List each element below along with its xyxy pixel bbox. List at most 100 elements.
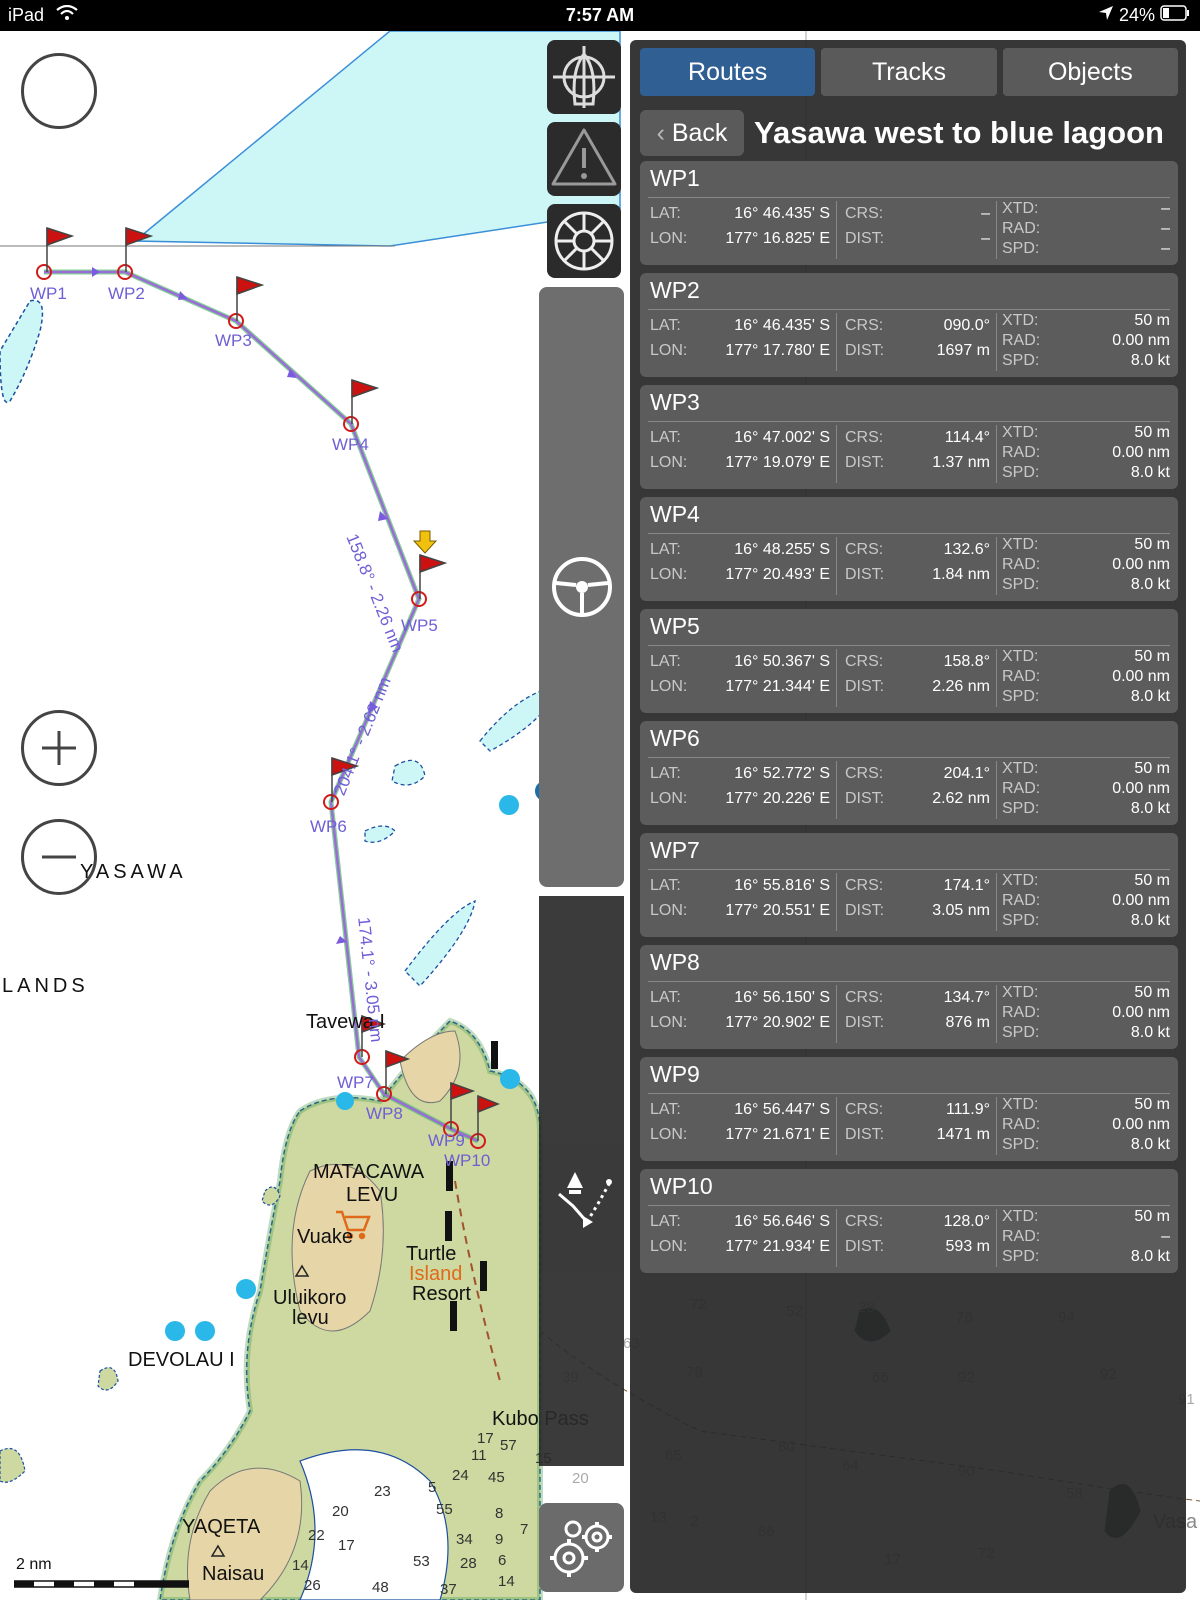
waypoint-card[interactable]: WP4 LAT: 16° 48.255' S LON: 177° 20.493' E CR… xyxy=(640,497,1178,601)
waypoint-name: WP2 xyxy=(650,277,700,303)
depth-sounding: 20 xyxy=(332,1503,349,1520)
battery-percent: 24% xyxy=(1118,5,1155,25)
waypoint-label[interactable]: WP3 xyxy=(215,331,252,351)
divider xyxy=(836,649,837,707)
depth-sounding: 22 xyxy=(308,1527,325,1544)
waypoint-label[interactable]: WP7 xyxy=(337,1073,374,1093)
tab-routes[interactable]: Routes xyxy=(640,48,816,96)
divider xyxy=(836,873,837,931)
lat-value: 16° 46.435' S xyxy=(734,317,830,334)
waypoint-card[interactable]: WP5 LAT: 16° 50.367' S LON: 177° 21.344' E CR… xyxy=(640,609,1178,713)
depth-sounding: 28 xyxy=(460,1555,477,1572)
back-button[interactable]: ‹ Back xyxy=(640,110,744,156)
label-yaqeta: YAQETA xyxy=(182,1516,261,1538)
lon-label: LON: xyxy=(650,230,688,247)
xtd-value: 50 m xyxy=(1134,648,1170,665)
waypoint-label[interactable]: WP10 xyxy=(444,1151,490,1171)
alarms-button[interactable] xyxy=(547,122,621,196)
waypoint-name: WP1 xyxy=(650,165,700,191)
rad-value: 0.00 nm xyxy=(1112,1004,1170,1021)
divider xyxy=(996,1097,997,1155)
waypoint-card[interactable]: WP6 LAT: 16° 52.772' S LON: 177° 20.226' E CR… xyxy=(640,721,1178,825)
divider xyxy=(836,537,837,595)
crs-label: CRS: xyxy=(845,653,884,670)
settings-column: XTD: 50 m RAD: 0.00 nm SPD: 8.0 kt xyxy=(1002,535,1170,595)
depth-sounding: 20 xyxy=(572,1470,589,1487)
crs-value: 132.6° xyxy=(943,541,990,558)
divider xyxy=(648,533,1170,534)
xtd-label: XTD: xyxy=(1002,648,1039,665)
crs-value: 174.1° xyxy=(943,877,990,894)
settings-column: XTD: 50 m RAD: 0.00 nm SPD: 8.0 kt xyxy=(1002,871,1170,931)
xtd-value: 50 m xyxy=(1134,872,1170,889)
settings-button[interactable] xyxy=(539,1503,624,1592)
waypoint-label[interactable]: WP5 xyxy=(401,616,438,636)
tab-tracks[interactable]: Tracks xyxy=(821,48,997,96)
depth-sounding: 48 xyxy=(372,1579,389,1596)
crs-value: – xyxy=(981,205,990,222)
rad-label: RAD: xyxy=(1002,556,1041,573)
divider xyxy=(648,309,1170,310)
course-column: CRS: 111.9° DIST: 1471 m xyxy=(845,1097,990,1147)
label-naisau: Naisau xyxy=(202,1563,265,1585)
divider xyxy=(836,1097,837,1155)
depth-sounding: 6 xyxy=(498,1552,507,1569)
plus-icon xyxy=(42,731,76,765)
lon-value: 177° 21.344' E xyxy=(725,678,830,695)
north-indicator-icon xyxy=(24,56,94,126)
waypoint-label[interactable]: WP6 xyxy=(310,817,347,837)
divider xyxy=(996,425,997,483)
lon-label: LON: xyxy=(650,1126,688,1143)
zoom-in-button[interactable] xyxy=(21,710,97,786)
lon-value: 177° 20.226' E xyxy=(725,790,830,807)
side-toolbar-lower xyxy=(539,896,624,1466)
xtd-value: – xyxy=(1161,200,1170,217)
divider xyxy=(648,421,1170,422)
spd-value: 8.0 kt xyxy=(1130,912,1170,929)
xtd-label: XTD: xyxy=(1002,984,1039,1001)
waypoint-card[interactable]: WP10 LAT: 16° 56.646' S LON: 177° 21.934' E C… xyxy=(640,1169,1178,1273)
rad-label: RAD: xyxy=(1002,780,1041,797)
waypoint-card[interactable]: WP2 LAT: 16° 46.435' S LON: 177° 17.780' E CR… xyxy=(640,273,1178,377)
waypoint-label[interactable]: WP2 xyxy=(108,284,145,304)
waypoint-card[interactable]: WP9 LAT: 16° 56.447' S LON: 177° 21.671' E CR… xyxy=(640,1057,1178,1161)
depth-sounding: 8 xyxy=(495,1505,504,1522)
label-matacawa: MATACAWA xyxy=(313,1161,425,1183)
dist-label: DIST: xyxy=(845,1126,885,1143)
rad-value: 0.00 nm xyxy=(1112,780,1170,797)
waypoint-label[interactable]: WP9 xyxy=(428,1131,465,1151)
autopilot-button[interactable] xyxy=(550,555,614,619)
waypoint-card[interactable]: WP1 LAT: 16° 46.435' S LON: 177° 16.825' E CR… xyxy=(640,161,1178,265)
divider xyxy=(836,985,837,1043)
tab-objects[interactable]: Objects xyxy=(1002,48,1178,96)
course-column: CRS: 134.7° DIST: 876 m xyxy=(845,985,990,1035)
lon-label: LON: xyxy=(650,342,688,359)
rotate-north-button[interactable] xyxy=(21,53,97,129)
lat-value: 16° 56.646' S xyxy=(734,1213,830,1230)
waypoint-card[interactable]: WP7 LAT: 16° 55.816' S LON: 177° 20.551' E CR… xyxy=(640,833,1178,937)
divider xyxy=(836,201,837,259)
compass-button[interactable] xyxy=(547,204,621,278)
chevron-left-icon: ‹ xyxy=(656,119,665,147)
position-column: LAT: 16° 46.435' S LON: 177° 16.825' E xyxy=(650,201,830,251)
lon-value: 177° 21.934' E xyxy=(725,1238,830,1255)
waypoint-label[interactable]: WP1 xyxy=(30,284,67,304)
divider xyxy=(648,757,1170,758)
depth-sounding: 14 xyxy=(292,1557,309,1574)
xtd-label: XTD: xyxy=(1002,760,1039,777)
spd-label: SPD: xyxy=(1002,1136,1040,1153)
boat-position-button[interactable] xyxy=(547,40,621,114)
waypoint-label[interactable]: WP8 xyxy=(366,1104,403,1124)
spd-label: SPD: xyxy=(1002,912,1040,929)
dist-label: DIST: xyxy=(845,342,885,359)
route-builder-button[interactable] xyxy=(553,1166,617,1230)
lon-label: LON: xyxy=(650,454,688,471)
zoom-out-button[interactable] xyxy=(21,819,97,895)
crs-value: 090.0° xyxy=(943,317,990,334)
spd-label: SPD: xyxy=(1002,464,1040,481)
position-column: LAT: 16° 46.435' S LON: 177° 17.780' E xyxy=(650,313,830,363)
waypoint-label[interactable]: WP4 xyxy=(332,435,369,455)
waypoint-card[interactable]: WP3 LAT: 16° 47.002' S LON: 177° 19.079' E CR… xyxy=(640,385,1178,489)
lat-label: LAT: xyxy=(650,1101,681,1118)
waypoint-card[interactable]: WP8 LAT: 16° 56.150' S LON: 177° 20.902' E CR… xyxy=(640,945,1178,1049)
